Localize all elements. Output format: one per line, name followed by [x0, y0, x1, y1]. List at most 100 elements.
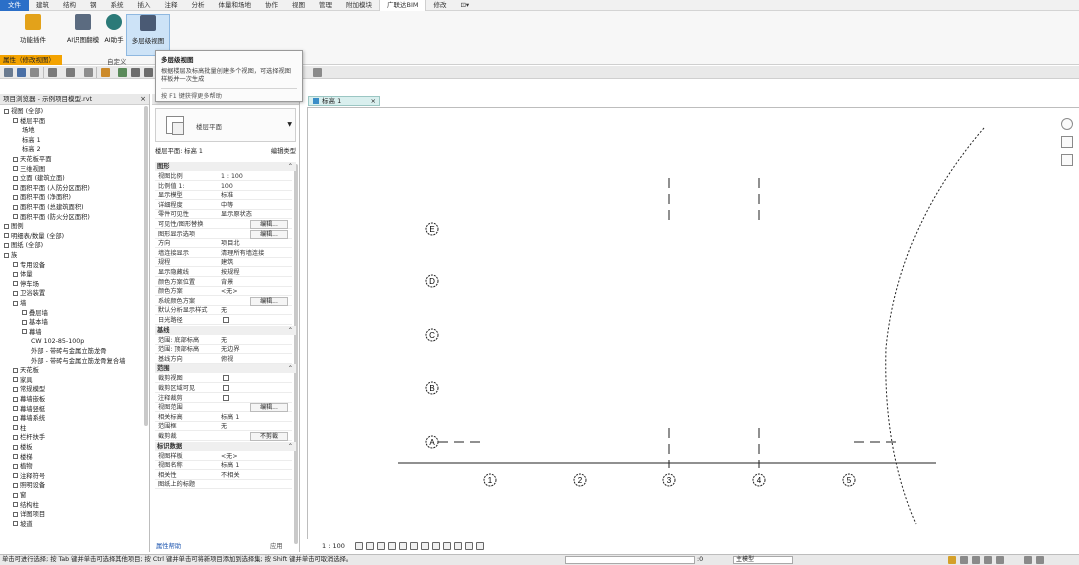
property-row[interactable]: 截剪裁 不剪裁 [155, 432, 292, 441]
ribbon-tab[interactable]: 体量和场地 [212, 0, 259, 11]
tag-icon[interactable] [131, 68, 140, 77]
property-row[interactable]: 视图范围 编辑... [155, 403, 292, 413]
tree-item[interactable]: 栏杆扶手 [13, 433, 45, 442]
expand-toggle-icon[interactable] [13, 502, 18, 508]
grid-bubble[interactable]: 4 [752, 473, 766, 487]
tree-item[interactable]: 幕墙竖梃 [13, 405, 45, 414]
expand-toggle-icon[interactable] [13, 271, 18, 277]
analytical-model-icon[interactable] [454, 542, 462, 550]
sun-path-icon[interactable] [377, 542, 385, 550]
expand-toggle-icon[interactable] [13, 300, 18, 306]
property-row[interactable]: 视图名称 标高 1 [155, 461, 292, 471]
print-icon[interactable] [84, 68, 93, 77]
filter-icon[interactable] [1024, 556, 1032, 564]
tree-item[interactable]: 族 [4, 251, 17, 260]
property-row[interactable]: 相关标高 标高 1 [155, 413, 292, 422]
tree-item[interactable]: 三维视图 [13, 165, 45, 174]
tree-item[interactable]: 墙 [13, 299, 26, 308]
collapse-icon[interactable]: ⌃ [288, 364, 293, 373]
highlight-displacement-icon[interactable] [465, 542, 473, 550]
expand-toggle-icon[interactable] [4, 252, 9, 258]
temporary-hide-icon[interactable] [432, 542, 440, 550]
expand-toggle-icon[interactable] [13, 473, 18, 479]
view-scale[interactable]: 1 : 100 [322, 542, 345, 550]
grid-bubble[interactable]: E [425, 222, 439, 236]
tree-item[interactable]: 外部 - 带砖与金属立筋龙骨 [31, 347, 107, 356]
property-row[interactable]: 日光路径 [155, 316, 292, 325]
shadows-icon[interactable] [388, 542, 396, 550]
expand-toggle-icon[interactable] [13, 281, 18, 287]
property-row[interactable]: 零件可见性 显示原状态 [155, 210, 292, 220]
detail-level-icon[interactable] [355, 542, 363, 550]
ribbon-tab[interactable]: 管理 [312, 0, 339, 11]
steering-wheel-icon[interactable] [1061, 118, 1073, 130]
property-section-header[interactable]: 范围 ⌃ [155, 364, 296, 374]
type-selector[interactable]: 楼层平面 ▼ [155, 108, 296, 142]
workset-combo[interactable] [565, 556, 695, 564]
property-section-header[interactable]: 图形 ⌃ [155, 162, 296, 171]
tree-item[interactable]: 场地 [22, 126, 35, 135]
expand-toggle-icon[interactable] [4, 108, 9, 114]
tree-item[interactable]: 图纸 (全部) [4, 241, 43, 250]
tree-item[interactable]: 楼层平面 [13, 117, 45, 126]
scrollbar[interactable] [294, 164, 298, 544]
grid-bubble[interactable]: 5 [842, 473, 856, 487]
property-row[interactable]: 墙连接显示 清理所有墙连接 [155, 249, 292, 258]
tree-item[interactable]: 标高 1 [22, 136, 41, 145]
tree-item[interactable]: 窗 [13, 491, 26, 500]
expand-toggle-icon[interactable] [13, 434, 18, 440]
expand-toggle-icon[interactable] [4, 233, 9, 239]
expand-toggle-icon[interactable] [13, 463, 18, 469]
grid-bubble[interactable]: 1 [483, 473, 497, 487]
constraints-icon[interactable] [476, 542, 484, 550]
drag-on-selection-icon[interactable] [996, 556, 1004, 564]
property-row[interactable]: 视图样板 <无> [155, 452, 292, 461]
dimension-icon[interactable] [118, 68, 127, 77]
tree-item[interactable]: 视图 (全部) [4, 107, 43, 116]
property-row[interactable]: 基线方向 俯视 [155, 355, 292, 364]
tree-item[interactable]: 天花板 [13, 366, 39, 375]
tree-item[interactable]: 基本墙 [22, 318, 48, 327]
tree-item[interactable]: 面积平面 (防火分区面积) [13, 213, 90, 222]
grid-bubble[interactable]: B [425, 381, 439, 395]
property-row[interactable]: 裁剪视图 [155, 374, 292, 384]
expand-toggle-icon[interactable] [13, 415, 18, 421]
tree-item[interactable]: 家具 [13, 376, 33, 385]
tree-item[interactable]: 图例 [4, 222, 24, 231]
redo-icon[interactable] [66, 68, 75, 77]
expand-toggle-icon[interactable] [13, 454, 18, 460]
expand-toggle-icon[interactable] [13, 166, 18, 172]
expand-toggle-icon[interactable] [22, 319, 27, 325]
property-row[interactable]: 颜色方案 <无> [155, 287, 292, 297]
select-underlay-icon[interactable] [960, 556, 968, 564]
expand-toggle-icon[interactable] [4, 242, 9, 248]
expand-toggle-icon[interactable] [13, 204, 18, 210]
property-edit-button[interactable]: 编辑... [250, 229, 288, 239]
show-crop-icon[interactable] [410, 542, 418, 550]
property-edit-button[interactable]: 不剪裁 [250, 432, 288, 441]
expand-toggle-icon[interactable] [4, 223, 9, 229]
tree-item[interactable]: 结构柱 [13, 501, 39, 510]
grid-bubble[interactable]: 3 [662, 473, 676, 487]
property-row[interactable]: 范围: 顶部标高 无边界 [155, 345, 292, 355]
expand-toggle-icon[interactable] [13, 444, 18, 450]
property-context-bar[interactable]: 属性（修改视图） [0, 55, 62, 65]
selection-links-icon[interactable] [948, 556, 956, 564]
sync-icon[interactable] [30, 68, 39, 77]
ribbon-tab[interactable]: 结构 [56, 0, 83, 11]
collapse-icon[interactable]: ⌃ [288, 326, 293, 335]
view-instance-selector[interactable]: 楼层平面: 标高 1 编辑类型 [155, 147, 296, 157]
tree-item[interactable]: 叠层墙 [22, 309, 48, 318]
tree-item[interactable]: 停车场 [13, 280, 39, 289]
tree-item[interactable]: 植物 [13, 462, 33, 471]
grid-bubble[interactable]: 2 [573, 473, 587, 487]
edit-type-button[interactable]: 编辑类型 [271, 147, 296, 157]
close-icon[interactable]: × [140, 94, 146, 105]
grid-bubble[interactable]: D [425, 274, 439, 288]
tree-item[interactable]: 面积平面 (净面积) [13, 193, 71, 202]
property-row[interactable]: 范围: 底部标高 无 [155, 336, 292, 345]
select-by-face-icon[interactable] [984, 556, 992, 564]
chevron-down-icon[interactable]: ▼ [287, 121, 292, 128]
select-pinned-icon[interactable] [972, 556, 980, 564]
expand-toggle-icon[interactable] [22, 310, 27, 316]
